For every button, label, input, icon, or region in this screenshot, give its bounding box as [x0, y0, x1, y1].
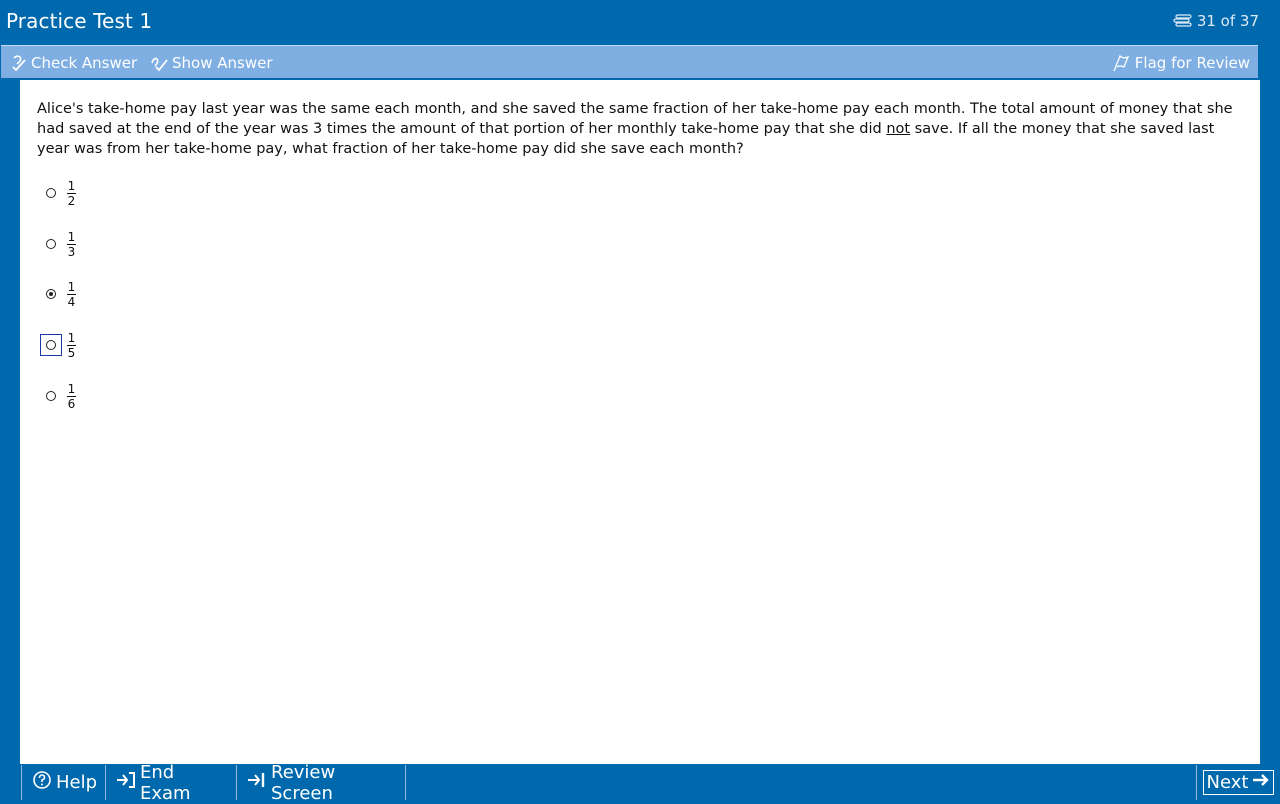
- help-icon: [32, 770, 52, 795]
- arrow-right-icon: [1252, 772, 1270, 793]
- fraction: 14: [67, 279, 76, 309]
- fraction: 13: [67, 229, 76, 259]
- flag-icon: [1111, 53, 1131, 73]
- question-counter-text: 31 of 37: [1196, 12, 1259, 30]
- answer-choice-a[interactable]: 12: [40, 175, 160, 211]
- question-counter: 31 of 37: [1173, 12, 1259, 30]
- show-answer-label: Show Answer: [172, 54, 273, 72]
- next-button[interactable]: Next: [1202, 770, 1275, 795]
- end-exam-button[interactable]: End Exam: [105, 762, 237, 804]
- radio-button[interactable]: [40, 385, 62, 407]
- app-title: Practice Test 1: [6, 9, 153, 33]
- review-screen-label: Review Screen: [271, 761, 336, 804]
- help-button[interactable]: Help: [21, 765, 106, 800]
- review-screen-icon: [247, 771, 267, 794]
- show-answer-icon: [150, 54, 168, 72]
- end-exam-icon: [116, 771, 136, 794]
- end-exam-label: End Exam: [140, 761, 191, 804]
- answer-choice-e[interactable]: 16: [40, 378, 160, 414]
- bottom-bar: Help End Exam Review Screen Next: [0, 762, 1280, 804]
- answer-choice-b[interactable]: 13: [40, 226, 160, 262]
- fraction: 12: [67, 178, 76, 208]
- check-answer-label: Check Answer: [31, 54, 138, 72]
- underlined-word: not: [886, 121, 911, 137]
- check-answer-button[interactable]: Check Answer: [11, 53, 137, 73]
- question-text: Alice's take-home pay last year was the …: [37, 101, 1233, 157]
- radio-button[interactable]: [40, 182, 62, 204]
- check-answer-icon: [11, 54, 27, 72]
- toolbar: Check Answer Show Answer Flag for Review: [1, 45, 1258, 78]
- answer-choice-d[interactable]: 15: [40, 327, 160, 363]
- flag-for-review-button[interactable]: Flag for Review: [1111, 53, 1250, 73]
- show-answer-button[interactable]: Show Answer: [150, 53, 273, 73]
- radio-button-focused[interactable]: [40, 334, 62, 356]
- next-label: Next: [1206, 772, 1249, 793]
- review-screen-button[interactable]: Review Screen: [236, 762, 406, 804]
- answer-choice-c[interactable]: 14: [40, 276, 160, 312]
- title-bar: Practice Test 1 31 of 37: [0, 0, 1280, 44]
- fraction: 15: [67, 330, 76, 360]
- fraction: 16: [67, 381, 76, 411]
- question-panel: Alice's take-home pay last year was the …: [20, 80, 1260, 764]
- question-list-icon: [1173, 14, 1193, 28]
- radio-button[interactable]: [40, 233, 62, 255]
- help-label: Help: [56, 772, 98, 793]
- radio-button-selected[interactable]: [40, 283, 62, 305]
- next-button-area: Next: [1196, 765, 1280, 800]
- flag-for-review-label: Flag for Review: [1134, 54, 1250, 72]
